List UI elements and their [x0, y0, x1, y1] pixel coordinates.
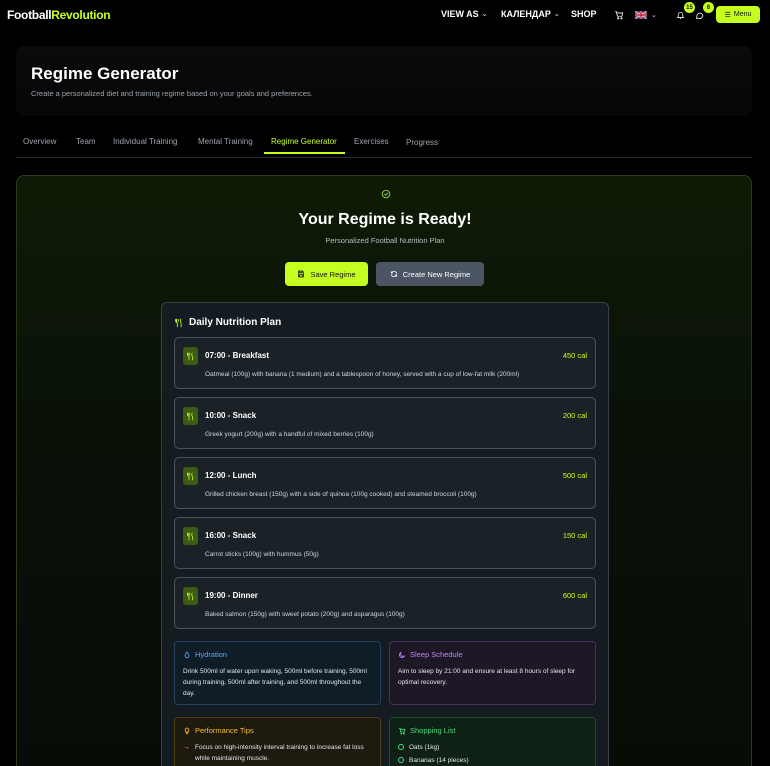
page-title: Regime Generator	[31, 64, 179, 83]
tab-team[interactable]: Team	[76, 137, 96, 146]
create-new-regime-button[interactable]: Create New Regime	[376, 262, 484, 286]
utensils-icon	[183, 467, 198, 485]
hydration-text: Drink 500ml of water upon waking, 500ml …	[183, 668, 367, 697]
messages-badge: 6	[703, 2, 714, 13]
meal-title: 19:00 - Dinner	[205, 591, 258, 600]
tab-exercises[interactable]: Exercises	[354, 137, 389, 146]
chat-icon	[695, 12, 703, 19]
meal-calories: 450 cal	[562, 351, 587, 360]
meal-card: 12:00 - Lunch 500 cal Grilled chicken br…	[174, 457, 596, 509]
meal-title: 10:00 - Snack	[205, 411, 257, 420]
cart-icon	[399, 727, 406, 735]
tab-mental-training[interactable]: Mental Training	[198, 137, 253, 146]
regime-result-card: Your Regime is Ready! Personalized Footb…	[16, 175, 752, 766]
tab-individual-training[interactable]: Individual Training	[113, 137, 177, 146]
check-circle-icon	[381, 189, 391, 199]
meal-card: 19:00 - Dinner 600 cal Baked salmon (150…	[174, 577, 596, 629]
meal-description: Oatmeal (100g) with banana (1 medium) an…	[205, 371, 520, 378]
active-tab-indicator	[264, 152, 345, 154]
lightbulb-icon	[184, 727, 190, 734]
save-icon	[298, 270, 305, 278]
checkbox-circle-icon[interactable]	[398, 757, 404, 763]
save-regime-button[interactable]: Save Regime	[285, 262, 368, 286]
messages-button[interactable]: 6	[692, 2, 714, 22]
meal-calories: 500 cal	[562, 471, 587, 480]
utensils-icon	[183, 347, 198, 365]
tab-regime-generator[interactable]: Regime Generator	[271, 137, 337, 146]
shop-link[interactable]: SHOP	[571, 9, 597, 19]
utensils-icon	[183, 407, 198, 425]
result-subtitle: Personalized Football Nutrition Plan	[325, 236, 445, 245]
tab-progress[interactable]: Progress	[406, 138, 438, 147]
meal-title: 12:00 - Lunch	[205, 471, 257, 480]
meal-card: 07:00 - Breakfast 450 cal Oatmeal (100g)…	[174, 337, 596, 389]
list-item[interactable]: Oats (1kg)	[398, 742, 587, 753]
chevron-down-icon: ⌄	[553, 11, 560, 18]
bell-icon	[676, 12, 684, 19]
hamburger-icon: ☰	[724, 11, 731, 19]
top-nav: FootballRevolution VIEW AS ⌄ КАЛЕНДАР ⌄ SH…	[0, 0, 770, 32]
calendar-dropdown[interactable]: КАЛЕНДАР ⌄	[501, 9, 560, 19]
menu-button[interactable]: ☰ Menu	[716, 6, 760, 23]
cart-icon[interactable]	[612, 8, 626, 22]
list-item[interactable]: Bananas (14 pieces)	[398, 755, 587, 766]
meal-calories: 150 cal	[562, 531, 587, 540]
utensils-icon	[183, 527, 198, 545]
meal-description: Baked salmon (150g) with sweet potato (2…	[205, 611, 405, 618]
list-item: → Focus on high-intensity interval train…	[183, 744, 364, 762]
utensils-icon	[183, 587, 198, 605]
meal-calories: 600 cal	[562, 591, 587, 600]
meal-title: 07:00 - Breakfast	[205, 351, 270, 360]
checkbox-circle-icon[interactable]	[398, 744, 404, 750]
performance-tips-card: Performance Tips → Focus on high-intensi…	[174, 717, 381, 766]
page-subtitle: Create a personalized diet and training …	[31, 89, 313, 98]
meal-card: 16:00 - Snack 150 cal Carrot sticks (100…	[174, 517, 596, 569]
moon-icon	[399, 651, 406, 658]
meal-title: 16:00 - Snack	[205, 531, 257, 540]
meal-card: 10:00 - Snack 200 cal Greek yogurt (200g…	[174, 397, 596, 449]
utensils-icon	[175, 318, 182, 327]
result-title: Your Regime is Ready!	[298, 211, 472, 228]
sleep-text: Aim to sleep by 21:00 and ensure at leas…	[398, 668, 576, 686]
meal-description: Grilled chicken breast (150g) with a sid…	[205, 491, 477, 498]
shopping-list-card: Shopping List Oats (1kg) Bananas (14 pie…	[389, 717, 596, 766]
meal-description: Greek yogurt (200g) with a handful of mi…	[205, 431, 374, 438]
uk-flag-icon	[635, 11, 647, 19]
droplet-icon	[184, 650, 190, 658]
page-header: Regime Generator Create a personalized d…	[16, 46, 752, 116]
hydration-card: Hydration Drink 500ml of water upon waki…	[174, 641, 381, 705]
view-as-dropdown[interactable]: VIEW AS ⌄	[441, 9, 488, 19]
daily-nutrition-plan: Daily Nutrition Plan 07:00 - Breakfast 4…	[161, 302, 609, 766]
notifications-button[interactable]: 15	[673, 2, 695, 22]
refresh-icon	[390, 270, 397, 278]
meal-description: Carrot sticks (100g) with hummus (50g)	[205, 551, 319, 558]
tab-bar: Overview Team Individual Training Mental…	[16, 130, 752, 158]
sleep-schedule-card: Sleep Schedule Aim to sleep by 21:00 and…	[389, 641, 596, 705]
meal-calories: 200 cal	[562, 411, 587, 420]
logo[interactable]: FootballRevolution	[7, 8, 111, 22]
tab-overview[interactable]: Overview	[23, 137, 56, 146]
plan-title: Daily Nutrition Plan	[174, 317, 281, 328]
arrow-right-icon: →	[183, 744, 190, 751]
chevron-down-icon: ⌄	[481, 11, 488, 18]
language-selector[interactable]: ⌄	[635, 8, 663, 22]
chevron-down-icon: ⌄	[651, 12, 657, 19]
